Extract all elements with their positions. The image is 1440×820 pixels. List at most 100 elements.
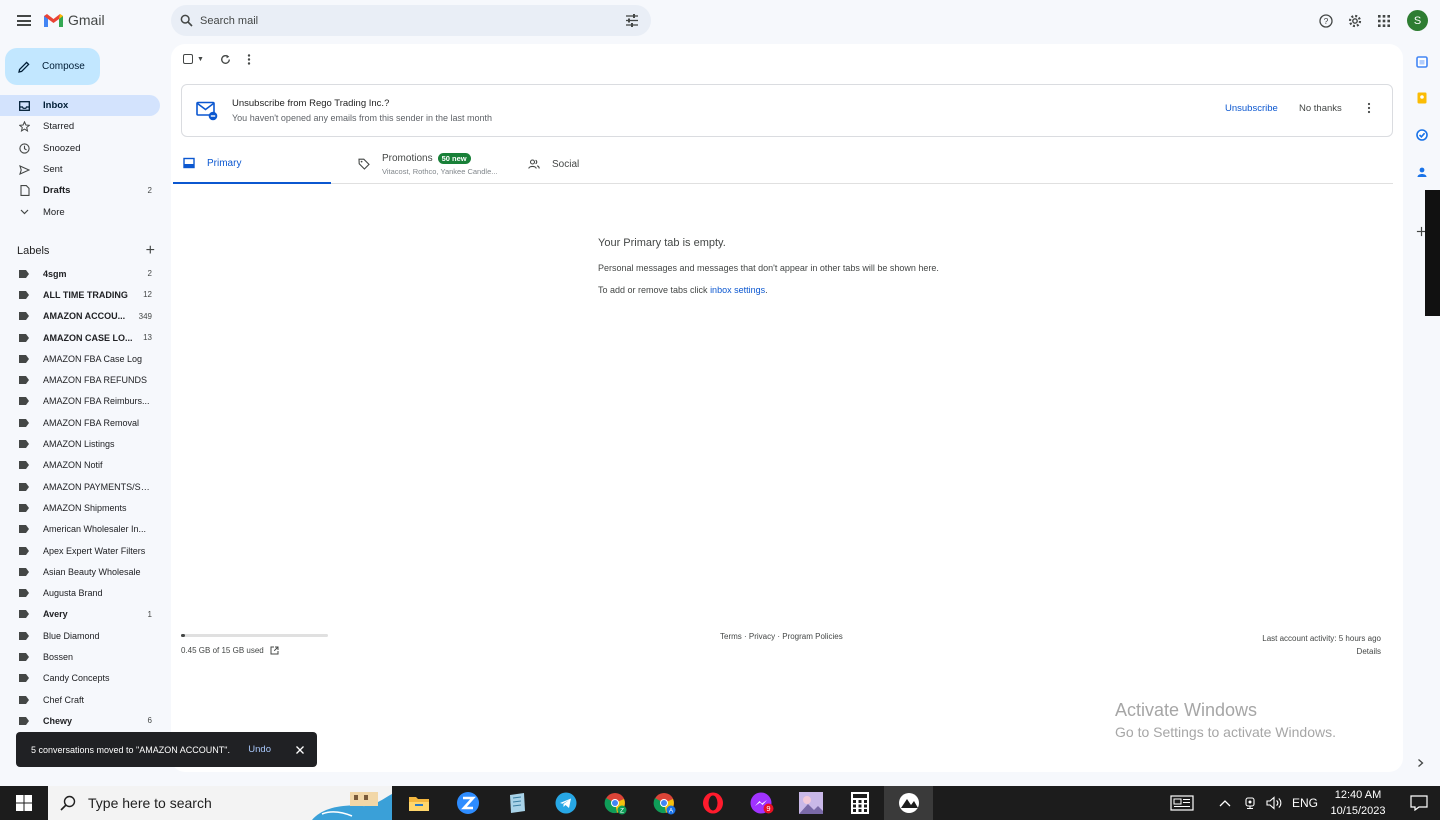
label-item[interactable]: AMAZON Notif xyxy=(0,455,160,476)
nav-label: More xyxy=(43,206,65,218)
gmail-logo[interactable]: Gmail xyxy=(43,12,105,28)
account-avatar[interactable]: S xyxy=(1407,10,1428,31)
camera-status-icon[interactable] xyxy=(1243,786,1257,820)
terms-link[interactable]: Terms xyxy=(720,632,742,641)
nav-item-starred[interactable]: Starred xyxy=(0,116,160,137)
remote-desktop-app-icon[interactable] xyxy=(884,786,933,820)
label-item[interactable]: 4sgm 2 xyxy=(0,263,160,284)
label-item[interactable]: Apex Expert Water Filters xyxy=(0,540,160,561)
label-item[interactable]: AMAZON FBA REFUNDS xyxy=(0,369,160,390)
tab-social[interactable]: Social xyxy=(518,144,638,184)
compose-button[interactable]: Compose xyxy=(5,48,100,85)
taskbar-search[interactable]: Type here to search xyxy=(48,786,392,820)
opera-app-icon[interactable] xyxy=(688,786,737,820)
action-center-icon[interactable] xyxy=(1398,786,1440,820)
label-tag-icon xyxy=(19,333,29,342)
tasks-icon[interactable] xyxy=(1416,129,1428,141)
label-item[interactable]: AMAZON FBA Removal xyxy=(0,412,160,433)
label-item[interactable]: Augusta Brand xyxy=(0,582,160,603)
chrome-profile-a-icon[interactable]: A xyxy=(639,786,688,820)
label-item[interactable]: AMAZON FBA Reimburs... xyxy=(0,391,160,412)
label-name: ALL TIME TRADING xyxy=(43,289,128,300)
calendar-icon[interactable] xyxy=(1416,56,1428,68)
label-item[interactable]: Candy Concepts xyxy=(0,668,160,689)
zoom-app-icon[interactable] xyxy=(443,786,492,820)
label-item[interactable]: Avery 1 xyxy=(0,604,160,625)
refresh-icon[interactable] xyxy=(220,54,231,65)
select-all-checkbox[interactable] xyxy=(183,54,193,64)
label-item[interactable]: American Wholesaler In... xyxy=(0,519,160,540)
calculator-app-icon[interactable] xyxy=(835,786,884,820)
telegram-app-icon[interactable] xyxy=(541,786,590,820)
notepad-app-icon[interactable] xyxy=(492,786,541,820)
label-item[interactable]: AMAZON Listings xyxy=(0,433,160,454)
input-language-indicator[interactable]: ENG xyxy=(1292,786,1318,820)
messenger-app-icon[interactable]: 9 xyxy=(737,786,786,820)
privacy-link[interactable]: Privacy xyxy=(749,632,775,641)
add-label-icon[interactable]: + xyxy=(146,242,155,260)
label-item[interactable]: AMAZON CASE LO... 13 xyxy=(0,327,160,348)
search-options-icon[interactable] xyxy=(625,14,639,27)
label-item[interactable]: Bossen xyxy=(0,646,160,667)
search-icon[interactable] xyxy=(180,14,193,27)
keep-icon[interactable] xyxy=(1416,92,1428,104)
photo-app-icon[interactable] xyxy=(786,786,835,820)
google-apps-icon[interactable] xyxy=(1373,10,1395,32)
more-options-icon[interactable] xyxy=(247,53,251,65)
taskbar-search-placeholder: Type here to search xyxy=(88,795,212,811)
contacts-icon[interactable] xyxy=(1416,166,1428,178)
banner-more-icon[interactable] xyxy=(1364,101,1374,115)
label-item[interactable]: Chewy 6 xyxy=(0,710,160,731)
nav-item-snoozed[interactable]: Snoozed xyxy=(0,138,160,159)
label-name: AMAZON CASE LO... xyxy=(43,332,133,343)
chrome-profile-z-icon[interactable]: Z xyxy=(590,786,639,820)
label-item[interactable]: AMAZON ACCOU... 349 xyxy=(0,306,160,327)
storage-text: 0.45 GB of 15 GB used xyxy=(181,646,264,655)
label-name: Blue Diamond xyxy=(43,630,100,641)
labels-title: Labels xyxy=(17,245,50,257)
people-icon xyxy=(528,159,540,169)
unsubscribe-mail-icon xyxy=(196,101,218,121)
search-input[interactable]: Search mail xyxy=(200,15,625,27)
label-name: AMAZON Notif xyxy=(43,460,103,471)
news-widget-icon[interactable] xyxy=(1170,786,1194,820)
close-icon[interactable] xyxy=(295,745,305,755)
nav-item-inbox[interactable]: Inbox xyxy=(0,95,160,117)
label-item[interactable]: AMAZON FBA Case Log xyxy=(0,348,160,369)
side-panel xyxy=(1404,44,1440,772)
system-clock[interactable]: 12:40 AM 10/15/2023 xyxy=(1322,787,1394,819)
details-link[interactable]: Details xyxy=(1262,645,1381,658)
unsubscribe-button[interactable]: Unsubscribe xyxy=(1225,103,1278,114)
external-link-icon[interactable] xyxy=(270,646,279,655)
label-item[interactable]: Asian Beauty Wholesale xyxy=(0,561,160,582)
windows-start-button[interactable] xyxy=(0,786,48,820)
undo-button[interactable]: Undo xyxy=(248,744,271,755)
main-menu-icon[interactable] xyxy=(17,15,31,26)
label-name: AMAZON FBA Removal xyxy=(43,417,140,428)
label-item[interactable]: Chef Craft xyxy=(0,689,160,710)
nav-item-more[interactable]: More xyxy=(0,201,160,222)
select-dropdown-icon[interactable]: ▼ xyxy=(197,56,204,63)
label-name: AMAZON PAYMENTS/SE... xyxy=(43,481,151,492)
inbox-settings-link[interactable]: inbox settings xyxy=(710,285,765,295)
label-item[interactable]: ALL TIME TRADING 12 xyxy=(0,284,160,305)
nav-item-sent[interactable]: Sent xyxy=(0,159,160,180)
nav-item-drafts[interactable]: Drafts 2 xyxy=(0,180,160,201)
main-panel: ▼ Unsubscribe from Rego Trading Inc.? Yo… xyxy=(171,44,1403,772)
tab-promotions[interactable]: Promotions 50 new Vitacost, Rothco, Yank… xyxy=(348,144,508,184)
no-thanks-button[interactable]: No thanks xyxy=(1299,103,1342,114)
show-hidden-icons-chevron-icon[interactable] xyxy=(1219,786,1231,820)
tab-primary[interactable]: Primary xyxy=(173,144,331,184)
file-explorer-icon[interactable] xyxy=(394,786,443,820)
chevron-right-icon[interactable] xyxy=(1416,758,1425,768)
label-item[interactable]: Blue Diamond xyxy=(0,625,160,646)
label-tag-icon xyxy=(19,567,29,576)
settings-gear-icon[interactable] xyxy=(1344,10,1366,32)
label-item[interactable]: AMAZON PAYMENTS/SE... xyxy=(0,476,160,497)
toolbar: ▼ xyxy=(183,52,251,66)
search-bar[interactable]: Search mail xyxy=(171,5,651,36)
volume-icon[interactable] xyxy=(1266,786,1284,820)
label-item[interactable]: AMAZON Shipments xyxy=(0,497,160,518)
help-icon[interactable]: ? xyxy=(1315,10,1337,32)
program-policies-link[interactable]: Program Policies xyxy=(782,632,842,641)
